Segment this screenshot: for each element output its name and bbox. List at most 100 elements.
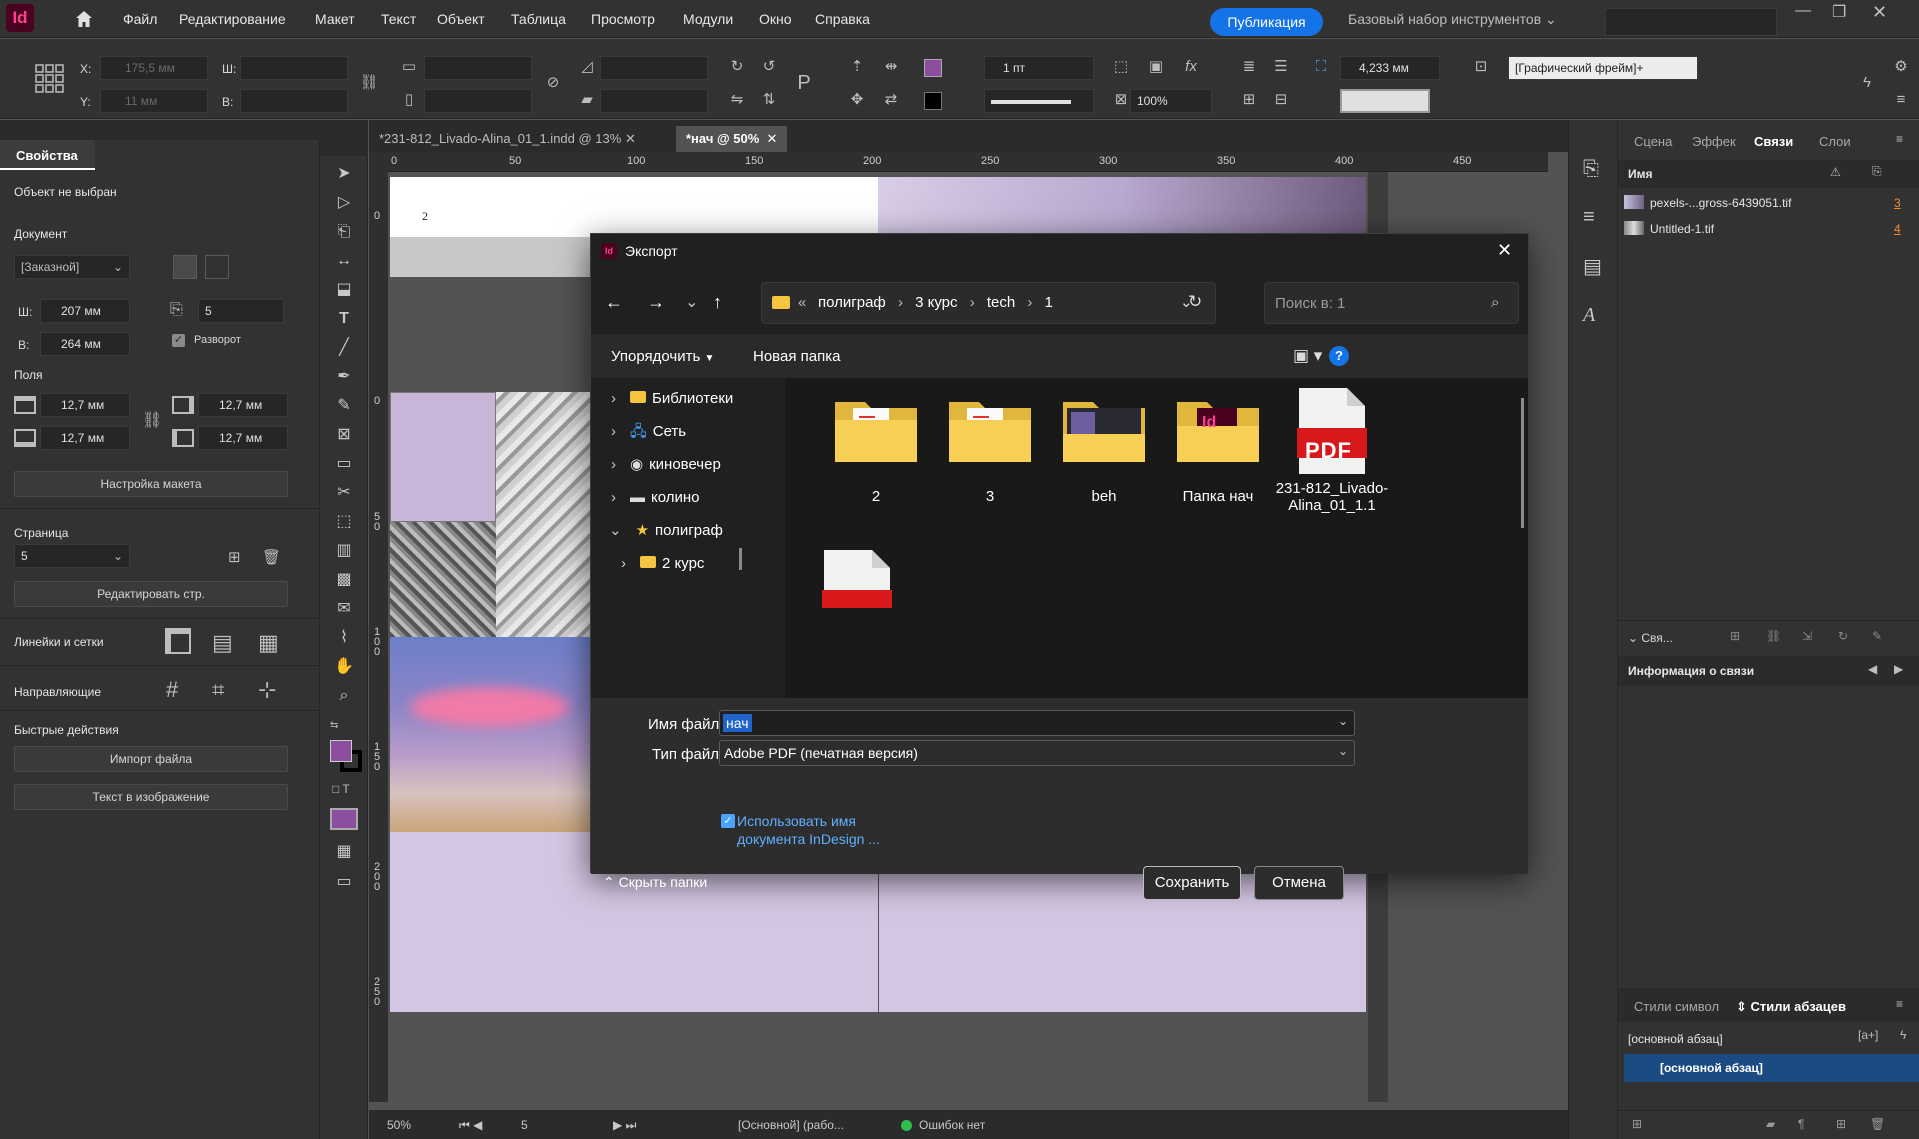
clear-override-icon[interactable]: ¶ bbox=[1798, 1117, 1804, 1131]
master-page-label[interactable]: [Основной] (рабо... bbox=[738, 1118, 844, 1132]
screen-mode-icon[interactable]: ▭ bbox=[332, 870, 356, 894]
chevron-down-icon[interactable]: ⌄ bbox=[1338, 714, 1348, 728]
up-arrow-icon[interactable]: ↑ bbox=[713, 292, 722, 313]
flip-h-icon[interactable]: ⇋ bbox=[726, 89, 748, 111]
guides-icon[interactable]: # bbox=[166, 677, 178, 703]
home-icon[interactable] bbox=[74, 9, 94, 29]
facing-pages-checkbox[interactable]: ✓ bbox=[172, 334, 185, 347]
breadcrumb-item[interactable]: полиграф bbox=[818, 294, 886, 311]
links-collapse-toggle[interactable]: ⌄ Свя... bbox=[1628, 631, 1673, 645]
character-panel-icon[interactable]: A bbox=[1583, 304, 1595, 327]
wrap-shape-icon[interactable]: ⊞ bbox=[1238, 89, 1260, 111]
menu-object[interactable]: Объект bbox=[437, 0, 485, 38]
gear-icon[interactable]: ⚙ bbox=[1890, 56, 1912, 78]
shear-icon[interactable]: ▰ bbox=[576, 89, 598, 111]
gradient-swatch-tool-icon[interactable]: ▥ bbox=[332, 539, 356, 563]
frame-preview[interactable] bbox=[1340, 89, 1430, 113]
wrap-box-icon[interactable]: ☰ bbox=[1270, 56, 1292, 78]
menu-view[interactable]: Просмотр bbox=[591, 0, 655, 38]
layout-settings-button[interactable]: Настройка макета bbox=[14, 471, 288, 497]
tab-paragraph-styles[interactable]: ⇕ Стили абзацев bbox=[1736, 999, 1846, 1015]
hide-folders-toggle[interactable]: ⌃ Скрыть папки bbox=[603, 874, 707, 891]
tab-layers[interactable]: Слои bbox=[1819, 134, 1851, 149]
content-collector-icon[interactable]: ⬓ bbox=[332, 278, 356, 302]
style-group-icon[interactable]: ⊞ bbox=[1632, 1117, 1642, 1131]
wrap-jump-icon[interactable]: ⊟ bbox=[1270, 89, 1292, 111]
overflow-chevron-icon[interactable]: « bbox=[798, 294, 806, 311]
page-select[interactable]: 5 ⌄ bbox=[14, 544, 130, 568]
paragraph-p-icon[interactable]: P bbox=[793, 72, 815, 94]
scissors-tool-icon[interactable]: ✂ bbox=[332, 481, 356, 505]
page-tool-icon[interactable]: ⎗ bbox=[332, 220, 356, 244]
frame-fitting-icon[interactable]: ⊡ bbox=[1470, 56, 1492, 78]
ruler-icon[interactable] bbox=[165, 628, 191, 654]
reference-point-icon[interactable] bbox=[35, 64, 65, 94]
filetype-select[interactable]: Adobe PDF (печатная версия) ⌄ bbox=[719, 740, 1355, 766]
close-tab-icon[interactable]: ✕ bbox=[767, 131, 778, 146]
margin-top-field[interactable]: 12,7 мм bbox=[40, 393, 130, 417]
pen-tool-icon[interactable]: ✒ bbox=[332, 365, 356, 389]
y-field[interactable]: 11 мм bbox=[100, 89, 208, 113]
stroke-type-field[interactable] bbox=[984, 89, 1094, 113]
wrap-none-icon[interactable]: ≣ bbox=[1238, 56, 1260, 78]
delete-page-icon[interactable]: 🗑 bbox=[262, 548, 281, 566]
add-page-icon[interactable]: ⊞ bbox=[228, 548, 241, 566]
search-box[interactable]: Поиск в: 1 ⌕ bbox=[1264, 282, 1519, 324]
link-row[interactable]: Untitled-1.tif 4 bbox=[1618, 216, 1919, 242]
flip-v-icon[interactable]: ⇅ bbox=[758, 89, 780, 111]
horizontal-ruler[interactable]: 0 50 100 150 200 250 300 350 400 450 bbox=[388, 152, 1548, 172]
tab-scene[interactable]: Сцена bbox=[1634, 134, 1672, 149]
rotate-icon[interactable]: ◿ bbox=[576, 56, 598, 78]
stroke-swatch[interactable] bbox=[924, 92, 942, 110]
scale-x-icon[interactable]: ▭ bbox=[398, 56, 420, 78]
menu-window[interactable]: Окно bbox=[759, 0, 792, 38]
relink-icon[interactable]: ⛓ bbox=[1766, 629, 1781, 643]
import-file-button[interactable]: Импорт файла bbox=[14, 746, 288, 772]
pages-panel-icon[interactable]: ⎘ bbox=[1583, 158, 1599, 181]
note-tool-icon[interactable]: ✉ bbox=[332, 597, 356, 621]
portrait-icon[interactable] bbox=[173, 255, 197, 279]
margin-right-field[interactable]: 12,7 мм bbox=[198, 393, 288, 417]
vertical-ruler[interactable]: 0 0 50 100 150 200 250 bbox=[369, 172, 388, 1102]
stroke-weight-field[interactable]: 1 пт bbox=[984, 56, 1094, 80]
refresh-icon[interactable]: ↻ bbox=[1188, 292, 1202, 312]
tab-links[interactable]: Связи bbox=[1754, 134, 1793, 149]
rotate-cw-icon[interactable]: ↻ bbox=[726, 56, 748, 78]
close-tab-icon[interactable]: ✕ bbox=[625, 131, 636, 146]
page-number-field[interactable]: 5 bbox=[521, 1118, 528, 1132]
fx-icon[interactable]: fx bbox=[1180, 56, 1202, 78]
files-scrollbar[interactable] bbox=[1521, 398, 1524, 528]
text-to-image-button[interactable]: Текст в изображение bbox=[14, 784, 288, 810]
zoom-level[interactable]: 50% bbox=[387, 1118, 411, 1132]
next-page-icon[interactable]: ▶ ⏭ bbox=[613, 1118, 636, 1133]
corner-icon[interactable]: ⬚ bbox=[1110, 56, 1132, 78]
lightning-icon[interactable]: ϟ bbox=[1856, 72, 1878, 94]
tab-document-1[interactable]: *231-812_Livado-Alina_01_1.indd @ 13% ✕ bbox=[369, 126, 646, 152]
swap-colors-icon[interactable]: ⇆ bbox=[330, 720, 338, 731]
menu-help[interactable]: Справка bbox=[815, 0, 870, 38]
links-panel-icon[interactable]: ▤ bbox=[1583, 254, 1602, 279]
new-style-button-icon[interactable]: ⊞ bbox=[1836, 1117, 1846, 1131]
preview-mode-icon[interactable]: ▦ bbox=[332, 840, 356, 864]
select-container-icon[interactable]: ⇡ bbox=[846, 56, 868, 78]
forward-arrow-icon[interactable]: → bbox=[647, 292, 665, 313]
hand-tool-icon[interactable]: ✋ bbox=[332, 655, 356, 679]
edit-page-button[interactable]: Редактировать стр. bbox=[14, 581, 288, 607]
apply-color-icon[interactable] bbox=[330, 808, 358, 830]
name-column-header[interactable]: Имя bbox=[1628, 167, 1653, 181]
menu-layout[interactable]: Макет bbox=[315, 0, 355, 38]
panel-menu-icon[interactable]: ≡ bbox=[1896, 997, 1903, 1011]
width-field[interactable] bbox=[240, 56, 348, 80]
workspace-switcher[interactable]: Базовый набор инструментов ⌄ bbox=[1348, 0, 1557, 38]
link-page[interactable]: 4 bbox=[1894, 222, 1901, 236]
constrain-link-icon[interactable]: ⛓ bbox=[358, 72, 380, 94]
back-arrow-icon[interactable]: ← bbox=[605, 292, 623, 313]
file-item-folder-nach[interactable]: Id Папка нач bbox=[1158, 394, 1278, 564]
menu-modules[interactable]: Модули bbox=[683, 0, 733, 38]
tab-character-styles[interactable]: Стили символ bbox=[1634, 999, 1719, 1014]
first-page-icon[interactable]: ⏮ ◀ bbox=[459, 1118, 482, 1133]
breadcrumb-item[interactable]: tech bbox=[987, 294, 1015, 311]
formatting-container-icon[interactable]: □ T bbox=[332, 782, 350, 796]
view-options-icon[interactable]: ▣ ▾ bbox=[1293, 346, 1322, 366]
type-tool-icon[interactable]: T bbox=[332, 307, 356, 331]
